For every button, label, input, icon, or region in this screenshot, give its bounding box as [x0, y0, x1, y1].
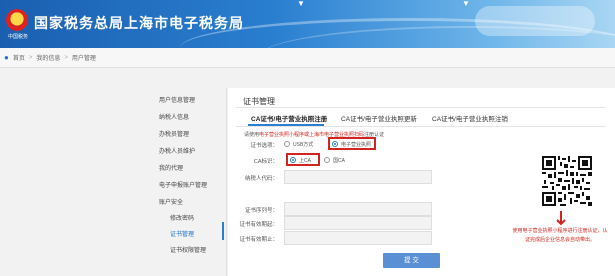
shanghai-ca-label: 上CA: [299, 158, 311, 164]
national-ca-label: 国CA: [333, 158, 345, 164]
cert-method-label: 证书选项：: [250, 143, 278, 149]
taxpayer-id-label: 纳税人代码：: [244, 176, 278, 182]
tab-cancel[interactable]: CA证书/电子营业执照注销: [432, 113, 508, 123]
sidebar-item-taxpayer-info[interactable]: 纳税人信息: [159, 112, 189, 121]
qr-code-icon: [542, 156, 592, 206]
arrow-down-icon: ▼: [462, 0, 470, 8]
valid-to-label: 证书有效期止：: [239, 237, 278, 243]
sidebar-item-e-filing-account[interactable]: 电子申报账户管理: [159, 180, 207, 189]
sidebar-item-cert-permissions[interactable]: 证书权限管理: [170, 245, 206, 254]
header-banner: 中国税务 国家税务总局上海市电子税务局 ▼ ▼: [0, 0, 615, 48]
site-title: 国家税务总局上海市电子税务局: [34, 15, 244, 31]
valid-to-field[interactable]: [284, 231, 432, 245]
sidebar-item-account-security[interactable]: 账户安全: [159, 197, 183, 206]
national-ca-radio[interactable]: [324, 157, 330, 163]
valid-from-field[interactable]: [284, 216, 432, 230]
sidebar-item-change-password[interactable]: 修改密码: [170, 213, 194, 222]
ca-label: CA标识：: [253, 159, 278, 165]
e-license-radio[interactable]: [332, 141, 338, 147]
sidebar-item-my-agent[interactable]: 我的代理: [159, 163, 183, 172]
valid-from-label: 证书有效期起：: [239, 222, 278, 228]
usb-option-label: USB方式: [293, 142, 314, 148]
emblem-caption: 中国税务: [7, 34, 28, 40]
cert-serial-label: 证书序列号：: [244, 208, 278, 214]
breadcrumb-home[interactable]: 首页: [13, 53, 25, 62]
qr-caption: 使用电子营业执照小程序进行注册认证，认证完成后企业信息会自动带出。: [512, 228, 608, 243]
breadcrumb-user-management: 用户管理: [71, 56, 96, 62]
usb-radio[interactable]: [284, 141, 290, 147]
tax-emblem-icon: [6, 9, 28, 31]
submit-button[interactable]: 提 交: [383, 253, 440, 268]
location-pin-icon: ●: [4, 53, 9, 62]
sidebar-item-cert-management[interactable]: 证书管理: [170, 229, 194, 238]
page-title: 证书管理: [243, 97, 275, 106]
breadcrumb: ● 首页 > 我的信息 > 用户管理: [0, 48, 615, 68]
tab-register[interactable]: CA证书/电子营业执照注册: [251, 113, 327, 123]
taxpayer-id-field[interactable]: [284, 170, 432, 184]
shanghai-ca-radio[interactable]: [290, 157, 296, 163]
e-license-option-label: 电子营业执照: [341, 142, 372, 148]
tab-update[interactable]: CA证书/电子营业执照更新: [341, 113, 417, 123]
arrow-down-icon: ▼: [297, 0, 305, 8]
arrow-down-icon: [556, 211, 566, 226]
sidebar-item-tax-staff[interactable]: 办税员管理: [159, 129, 189, 138]
breadcrumb-my-info[interactable]: 我的信息: [36, 53, 60, 62]
sidebar-item-staff-maintenance[interactable]: 办税人员维护: [159, 146, 195, 155]
sidebar-item-user-info[interactable]: 用户信息管理: [159, 95, 195, 104]
page: 中国税务 国家税务总局上海市电子税务局 ▼ ▼ ● 首页 > 我的信息 > 用户…: [0, 0, 615, 276]
cert-serial-field[interactable]: [284, 202, 432, 216]
